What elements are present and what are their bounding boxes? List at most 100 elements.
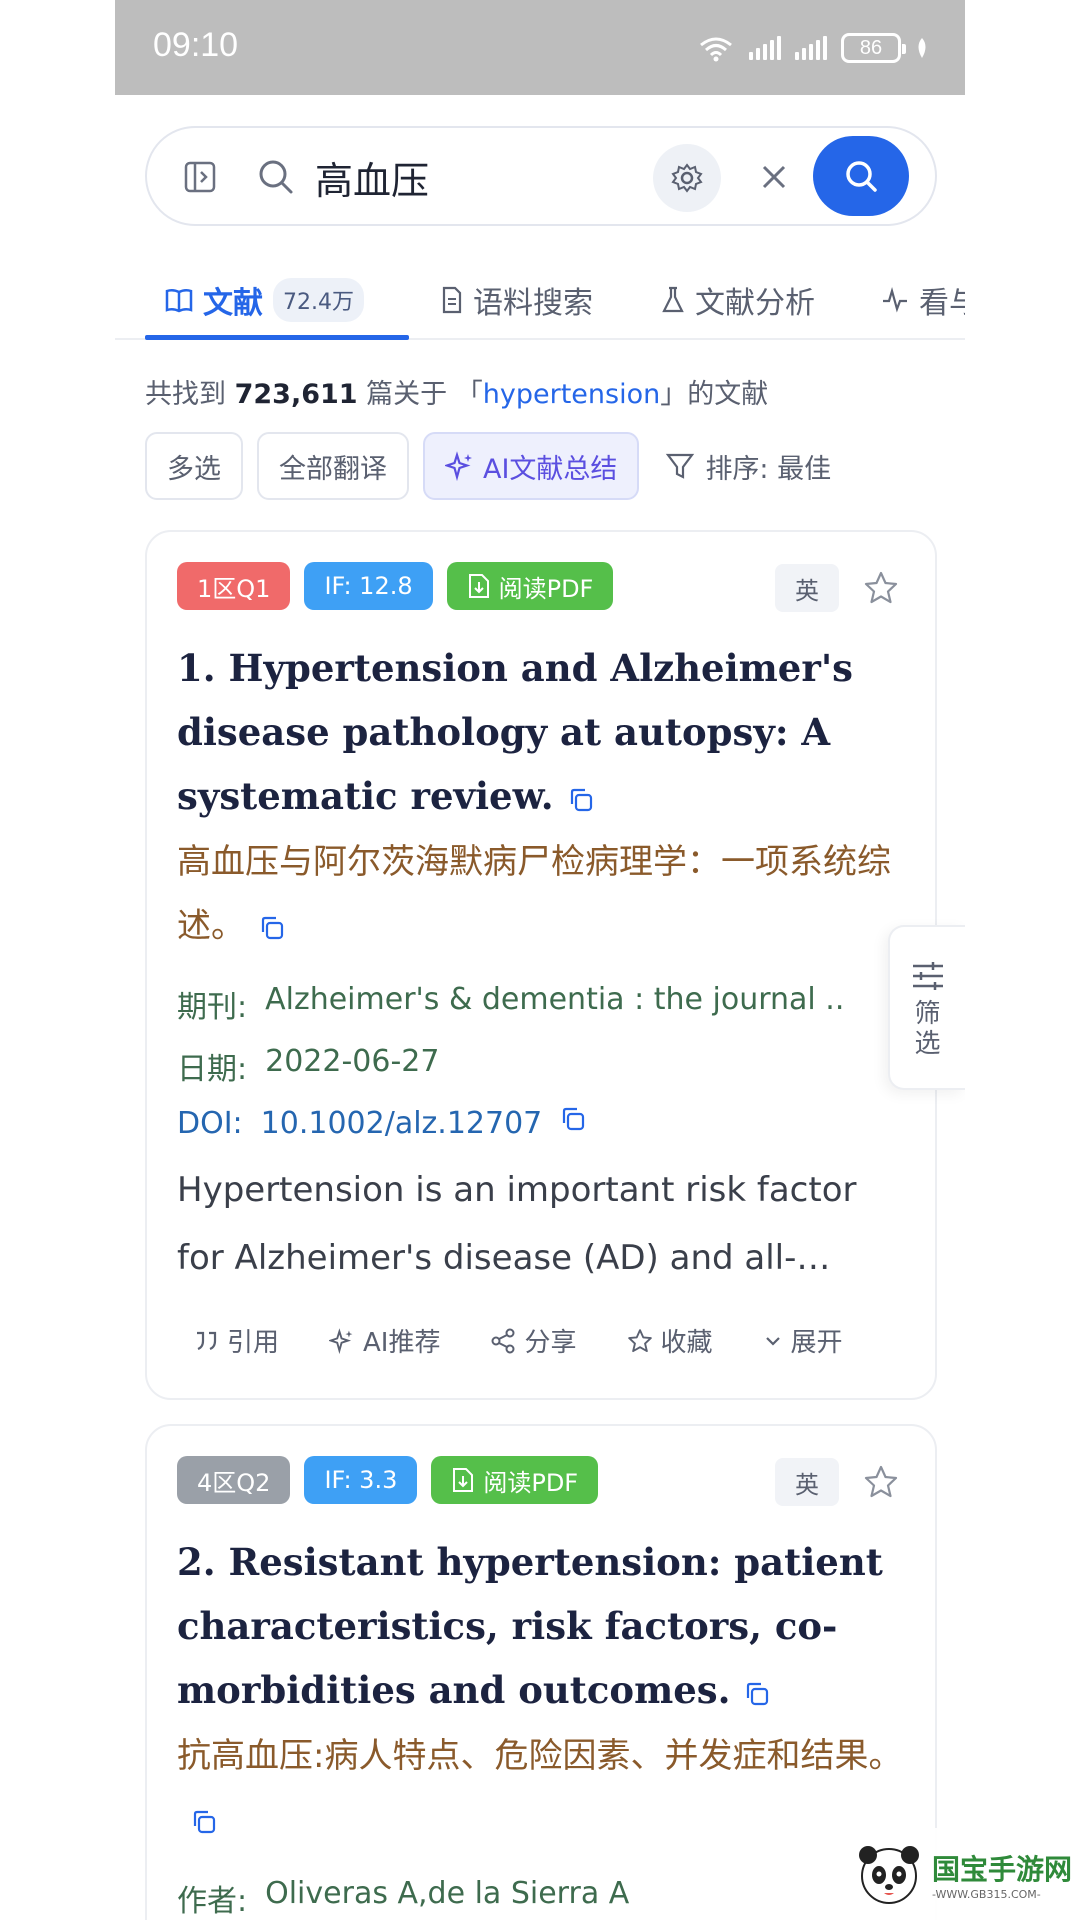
favorite-button[interactable]: 收藏 bbox=[627, 1322, 713, 1359]
status-bar: 09:10 86 bbox=[115, 0, 965, 95]
cite-label: 引用 bbox=[227, 1328, 280, 1358]
search-bar: 高血压 bbox=[145, 126, 937, 226]
copy-icon[interactable] bbox=[259, 915, 285, 941]
copy-icon[interactable] bbox=[568, 787, 594, 813]
sort-label: 排序: 最佳 bbox=[705, 453, 832, 485]
impact-factor-badge: IF: 3.3 bbox=[304, 1456, 418, 1504]
sparkle-icon bbox=[445, 451, 472, 481]
language-badge[interactable]: 英 bbox=[775, 1458, 839, 1506]
article-title[interactable]: 1. Hypertension and Alzheimer's disease … bbox=[177, 636, 907, 828]
ai-summary-label: AI文献总结 bbox=[483, 453, 618, 485]
tab-literature-analysis-label: 文献分析 bbox=[695, 286, 815, 321]
article-title-text: 2. Resistant hypertension: patient chara… bbox=[177, 1540, 883, 1712]
battery-icon: 86 bbox=[841, 33, 906, 63]
doi-row: DOI: 10.1002/alz.12707 bbox=[177, 1106, 586, 1141]
star-icon[interactable] bbox=[863, 1464, 899, 1500]
sparkle-icon bbox=[329, 1327, 353, 1354]
filter-side-button[interactable]: 筛选 bbox=[888, 925, 965, 1090]
date-value: 2022-06-27 bbox=[265, 1044, 440, 1079]
zone-badge: 4区Q2 bbox=[177, 1456, 291, 1504]
read-pdf-label: 阅读PDF bbox=[483, 1468, 579, 1497]
close-icon bbox=[762, 165, 786, 189]
result-summary: 共找到 723,611 篇关于 「hypertension」的文献 bbox=[145, 372, 768, 411]
gear-icon bbox=[671, 163, 703, 193]
result-count: 723,611 bbox=[234, 379, 358, 410]
cite-button[interactable]: 引用 bbox=[193, 1322, 279, 1359]
copy-icon[interactable] bbox=[560, 1106, 586, 1132]
chevron-down-icon bbox=[765, 1336, 780, 1346]
document-icon bbox=[442, 286, 462, 314]
watermark-url: -WWW.GB315.COM- bbox=[932, 1887, 1041, 1901]
filter-funnel-icon bbox=[666, 453, 695, 479]
ai-recommend-button[interactable]: AI推荐 bbox=[329, 1322, 440, 1359]
app-screen: 09:10 86 高血压 文献 72.4万 语料搜索 文献分析 看与 共找到 7… bbox=[115, 0, 965, 1920]
abstract-snippet: Hypertension is an important risk factor… bbox=[177, 1170, 857, 1278]
article-title-text: 1. Hypertension and Alzheimer's disease … bbox=[177, 646, 853, 818]
article-title[interactable]: 2. Resistant hypertension: patient chara… bbox=[177, 1530, 907, 1722]
panda-logo-icon bbox=[859, 1846, 919, 1904]
date-row: 日期: 2022-06-27 bbox=[177, 1044, 439, 1088]
search-icon-white bbox=[846, 161, 877, 192]
tab-corpus-search[interactable]: 语料搜索 bbox=[441, 270, 593, 330]
tab-literature-label: 文献 bbox=[203, 286, 263, 321]
book-icon bbox=[165, 288, 193, 313]
copy-icon[interactable] bbox=[744, 1681, 770, 1707]
result-card[interactable]: 1区Q1 IF: 12.8 阅读PDF 英 1. Hypertension an… bbox=[145, 530, 937, 1400]
pdf-download-icon bbox=[468, 574, 489, 598]
doi-label: DOI: bbox=[177, 1106, 243, 1141]
multi-select-button[interactable]: 多选 bbox=[145, 432, 243, 500]
watermark-name: 国宝手游网 bbox=[932, 1852, 1073, 1886]
ai-summary-button[interactable]: AI文献总结 bbox=[423, 432, 640, 500]
star-icon[interactable] bbox=[863, 570, 899, 606]
ai-recommend-label: AI推荐 bbox=[363, 1328, 441, 1358]
date-label: 日期: bbox=[177, 1052, 248, 1087]
read-pdf-label: 阅读PDF bbox=[498, 574, 594, 603]
badge-row: 1区Q1 IF: 12.8 阅读PDF bbox=[177, 562, 614, 610]
expand-label: 展开 bbox=[790, 1328, 843, 1358]
read-pdf-button[interactable]: 阅读PDF bbox=[431, 1456, 599, 1504]
tab-literature[interactable]: 文献 72.4万 bbox=[165, 270, 364, 330]
read-pdf-button[interactable]: 阅读PDF bbox=[446, 562, 614, 610]
share-button[interactable]: 分享 bbox=[490, 1322, 577, 1359]
doi-link[interactable]: 10.1002/alz.12707 bbox=[261, 1106, 543, 1141]
author-value[interactable]: Oliveras A,de la Sierra A bbox=[265, 1876, 629, 1920]
star-icon bbox=[627, 1328, 652, 1352]
tab-more[interactable]: 看与 bbox=[881, 270, 965, 330]
active-tab-indicator bbox=[145, 335, 409, 340]
summary-middle: 篇关于 「 bbox=[366, 379, 483, 410]
expand-button[interactable]: 展开 bbox=[763, 1322, 843, 1359]
journal-row: 期刊: Alzheimer's & dementia : the journal… bbox=[177, 982, 844, 1026]
impact-factor-badge: IF: 12.8 bbox=[304, 562, 433, 610]
status-icons: 86 bbox=[697, 28, 929, 68]
language-badge[interactable]: 英 bbox=[775, 564, 839, 612]
search-submit-button[interactable] bbox=[813, 136, 909, 216]
clear-button[interactable] bbox=[751, 154, 797, 200]
journal-value[interactable]: Alzheimer's & dementia : the journal .. bbox=[265, 982, 844, 1026]
translate-all-button[interactable]: 全部翻译 bbox=[257, 432, 409, 500]
sort-control[interactable]: 排序: 最佳 bbox=[665, 432, 831, 500]
badge-row: 4区Q2 IF: 3.3 阅读PDF bbox=[177, 1456, 599, 1504]
sidebar-toggle-icon[interactable] bbox=[183, 160, 217, 194]
settings-button[interactable] bbox=[653, 144, 721, 212]
quote-icon bbox=[197, 1331, 217, 1350]
author-row: 作者: Oliveras A,de la Sierra A bbox=[177, 1876, 629, 1920]
article-title-translation: 抗高血压:病人特点、危险因素、并发症和结果。 bbox=[177, 1724, 907, 1852]
result-card[interactable]: 4区Q2 IF: 3.3 阅读PDF 英 2. Resistant hypert… bbox=[145, 1424, 937, 1920]
sliders-icon bbox=[912, 962, 943, 990]
favorite-label: 收藏 bbox=[660, 1328, 713, 1358]
action-row: 多选 全部翻译 AI文献总结 排序: 最佳 bbox=[145, 432, 831, 500]
copy-icon[interactable] bbox=[191, 1809, 217, 1835]
tab-corpus-search-label: 语料搜索 bbox=[473, 286, 593, 321]
share-icon bbox=[491, 1328, 515, 1353]
tab-literature-analysis[interactable]: 文献分析 bbox=[661, 270, 815, 330]
signal-icon bbox=[749, 36, 781, 60]
pulse-icon bbox=[883, 287, 907, 313]
summary-suffix: 」的文献 bbox=[660, 379, 769, 410]
tab-more-label: 看与 bbox=[919, 286, 965, 321]
article-title-cn-text: 抗高血压:病人特点、危险因素、并发症和结果。 bbox=[177, 1736, 903, 1776]
search-input[interactable]: 高血压 bbox=[315, 150, 429, 205]
journal-label: 期刊: bbox=[177, 990, 248, 1025]
card-footer: 引用 AI推荐 分享 收藏 展开 bbox=[193, 1322, 843, 1359]
tab-literature-count: 72.4万 bbox=[273, 278, 364, 322]
status-time: 09:10 bbox=[153, 26, 239, 64]
